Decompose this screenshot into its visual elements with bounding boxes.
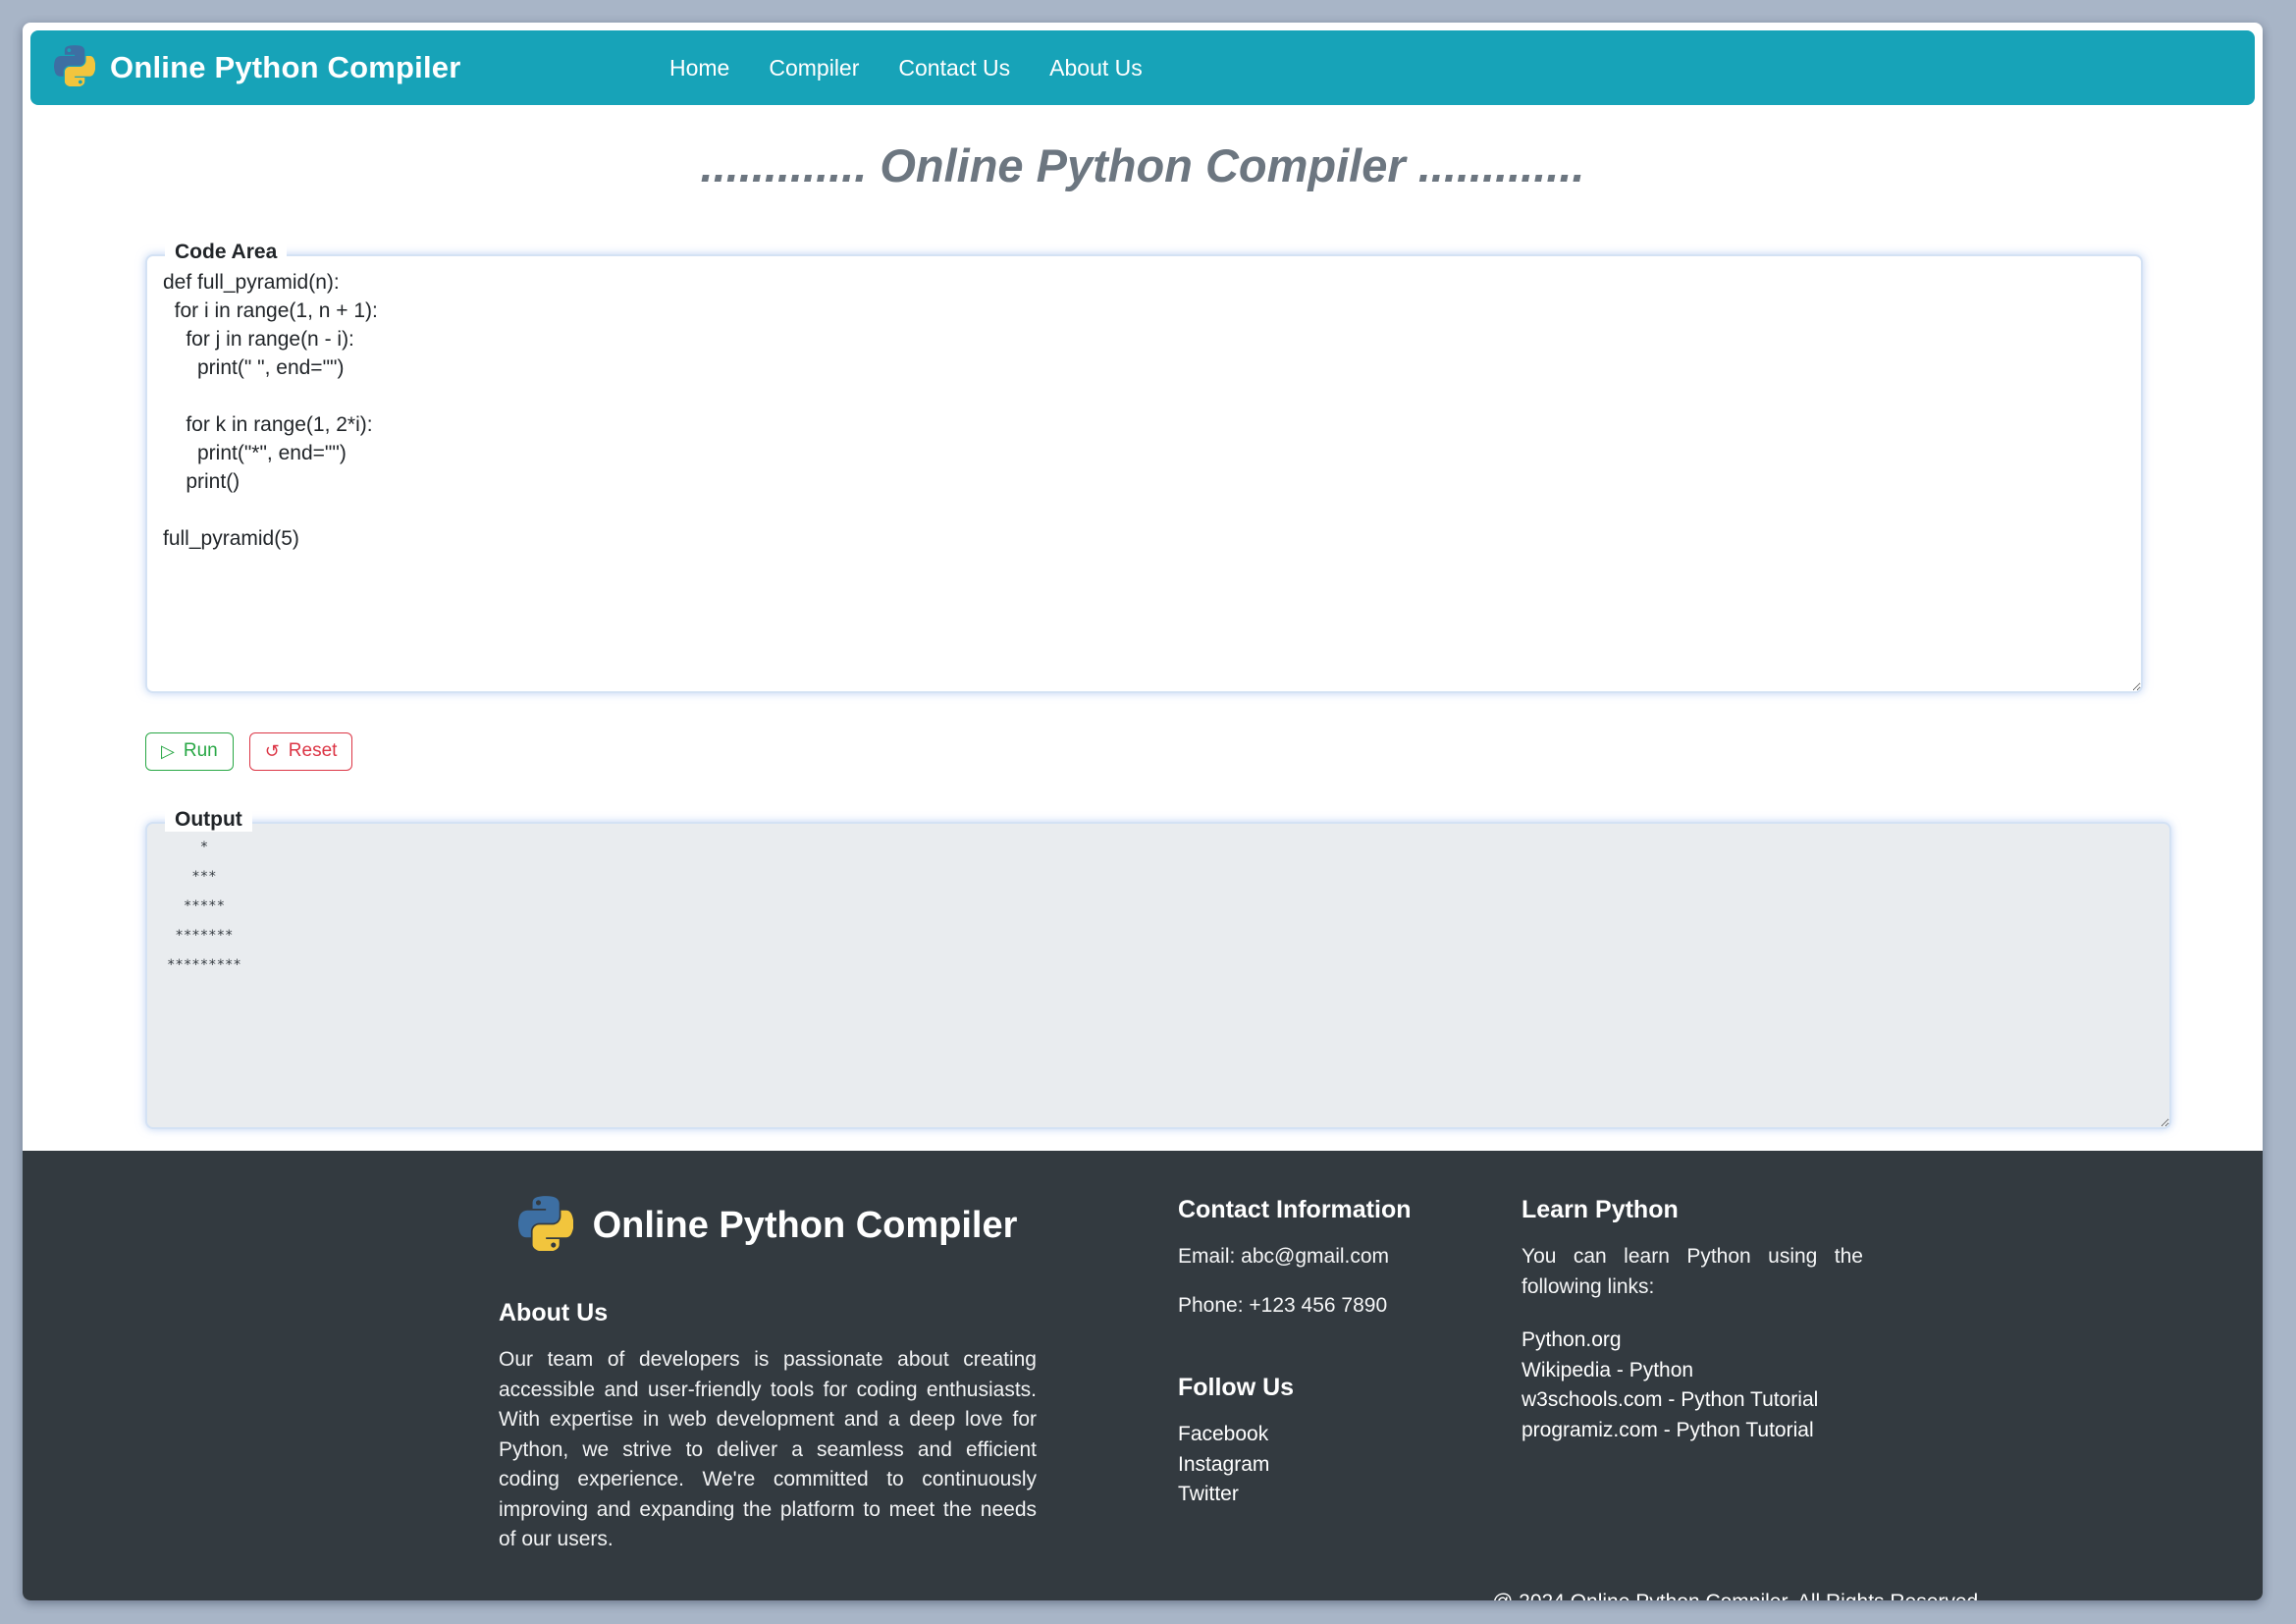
- learn-link-w3schools[interactable]: w3schools.com - Python Tutorial: [1522, 1385, 1863, 1416]
- python-logo-icon: [54, 45, 95, 91]
- learn-link-wikipedia[interactable]: Wikipedia - Python: [1522, 1356, 1863, 1386]
- nav-link-contact-us[interactable]: Contact Us: [898, 55, 1010, 81]
- footer-about-text: Our team of developers is passionate abo…: [499, 1345, 1037, 1555]
- python-logo-icon: [518, 1196, 573, 1256]
- footer-about-heading: About Us: [499, 1299, 1037, 1327]
- learn-heading: Learn Python: [1522, 1196, 1863, 1224]
- reset-button[interactable]: ↺ Reset: [249, 732, 353, 771]
- nav-link-about-us[interactable]: About Us: [1049, 55, 1143, 81]
- reset-icon: ↺: [265, 742, 280, 760]
- code-area-label: Code Area: [165, 241, 287, 264]
- footer-learn-column: Learn Python You can learn Python using …: [1522, 1196, 1863, 1445]
- contact-phone: Phone: +123 456 7890: [1178, 1291, 1423, 1321]
- output-textarea[interactable]: * *** ***** ******* *********: [145, 822, 2171, 1129]
- output-label: Output: [165, 808, 252, 832]
- follow-heading: Follow Us: [1178, 1374, 1423, 1402]
- learn-link-python-org[interactable]: Python.org: [1522, 1326, 1863, 1356]
- page-title: ............. Online Python Compiler ...…: [30, 105, 2255, 193]
- code-area-field: Code Area def full_pyramid(n): for i in …: [145, 254, 2140, 693]
- play-icon: ▷: [161, 742, 175, 760]
- follow-us-block: Follow Us Facebook Instagram Twitter: [1178, 1374, 1423, 1510]
- workspace: Code Area def full_pyramid(n): for i in …: [30, 254, 2255, 1129]
- code-editor-textarea[interactable]: def full_pyramid(n): for i in range(1, n…: [145, 254, 2143, 693]
- top-navigation: Home Compiler Contact Us About Us: [669, 30, 1143, 105]
- follow-link-twitter[interactable]: Twitter: [1178, 1480, 1423, 1510]
- footer-about-column: Online Python Compiler About Us Our team…: [499, 1196, 1037, 1555]
- footer-contact-column: Contact Information Email: abc@gmail.com…: [1178, 1196, 1423, 1510]
- follow-link-instagram[interactable]: Instagram: [1178, 1450, 1423, 1481]
- footer-brand-title: Online Python Compiler: [593, 1205, 1018, 1247]
- reset-button-label: Reset: [289, 740, 338, 762]
- output-field: Output * *** ***** ******* *********: [145, 822, 2140, 1129]
- nav-link-compiler[interactable]: Compiler: [769, 55, 859, 81]
- copyright-text: @ 2024 Online Python Compiler. All Right…: [499, 1591, 2263, 1601]
- follow-link-facebook[interactable]: Facebook: [1178, 1420, 1423, 1450]
- run-button-label: Run: [184, 740, 218, 762]
- page: Online Python Compiler Home Compiler Con…: [23, 23, 2263, 1600]
- header: Online Python Compiler Home Compiler Con…: [30, 30, 2255, 105]
- nav-link-home[interactable]: Home: [669, 55, 729, 81]
- footer-columns: Online Python Compiler About Us Our team…: [499, 1196, 2263, 1555]
- footer-brand: Online Python Compiler: [499, 1196, 1037, 1256]
- contact-heading: Contact Information: [1178, 1196, 1423, 1224]
- footer: Online Python Compiler About Us Our team…: [23, 1151, 2263, 1600]
- contact-email: Email: abc@gmail.com: [1178, 1242, 1423, 1272]
- run-button[interactable]: ▷ Run: [145, 732, 234, 771]
- learn-intro-text: You can learn Python using the following…: [1522, 1242, 1863, 1302]
- learn-link-programiz[interactable]: programiz.com - Python Tutorial: [1522, 1416, 1863, 1446]
- header-brand: Online Python Compiler: [54, 45, 460, 91]
- brand-title: Online Python Compiler: [110, 50, 460, 85]
- action-buttons: ▷ Run ↺ Reset: [145, 732, 2140, 771]
